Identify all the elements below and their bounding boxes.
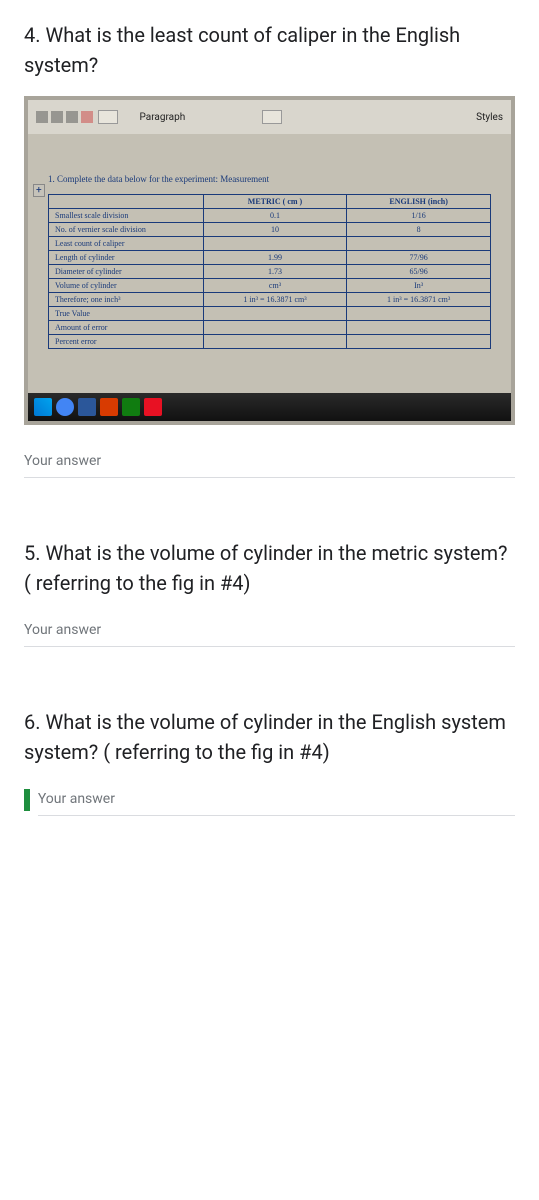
word-icon [78,398,96,416]
toolbar-formatting-icons [36,110,118,124]
format-icon [66,111,78,123]
table-row: Percent error [49,335,491,349]
table-row: Smallest scale division0.11/16 [49,209,491,223]
start-icon [34,398,52,416]
answer-input-4[interactable] [24,445,515,478]
measurement-table: METRIC ( cm ) ENGLISH (inch) Smallest sc… [48,194,491,349]
table-row: Length of cylinder1.9977/96 [49,251,491,265]
question-6-title: 6. What is the volume of cylinder in the… [24,707,515,767]
question-5-title: 5. What is the volume of cylinder in the… [24,538,515,598]
question-4-title: 4. What is the least count of caliper in… [24,20,515,80]
paragraph-group-label: Paragraph [140,112,186,123]
dropdown-icon [98,110,118,124]
table-row: Least count of caliper [49,237,491,251]
table-header [49,195,204,209]
styles-group-label: Styles [476,112,503,123]
app-icon [144,398,162,416]
question-4: 4. What is the least count of caliper in… [0,0,539,508]
cursor-marker: + [33,184,45,197]
question-5: 5. What is the volume of cylinder in the… [0,518,539,677]
answer-input-6[interactable] [38,783,515,816]
table-row: Therefore; one inch³1 in³ = 16.3871 cm³1… [49,293,491,307]
table-row: Diameter of cylinder1.7365/96 [49,265,491,279]
word-toolbar: Paragraph Styles [28,100,511,134]
embedded-screenshot: Paragraph Styles + 1. Complete the data … [24,96,515,425]
app-icon [100,398,118,416]
paragraph-expand-icon [262,110,282,124]
app-icon [122,398,140,416]
table-row: True Value [49,307,491,321]
highlight-icon [81,111,93,123]
table-row: Amount of error [49,321,491,335]
answer-input-5[interactable] [24,614,515,647]
windows-taskbar [28,393,511,421]
format-icon [36,111,48,123]
document-page: + 1. Complete the data below for the exp… [28,134,511,393]
chrome-icon [56,398,74,416]
focus-indicator-bar [24,789,30,811]
table-row: Volume of cylindercm³In³ [49,279,491,293]
table-header-row: METRIC ( cm ) ENGLISH (inch) [49,195,491,209]
format-icon [51,111,63,123]
table-row: No. of vernier scale division108 [49,223,491,237]
instruction-text: 1. Complete the data below for the exper… [48,174,491,184]
question-6: 6. What is the volume of cylinder in the… [0,687,539,846]
table-header: ENGLISH (inch) [347,195,491,209]
table-header: METRIC ( cm ) [203,195,347,209]
